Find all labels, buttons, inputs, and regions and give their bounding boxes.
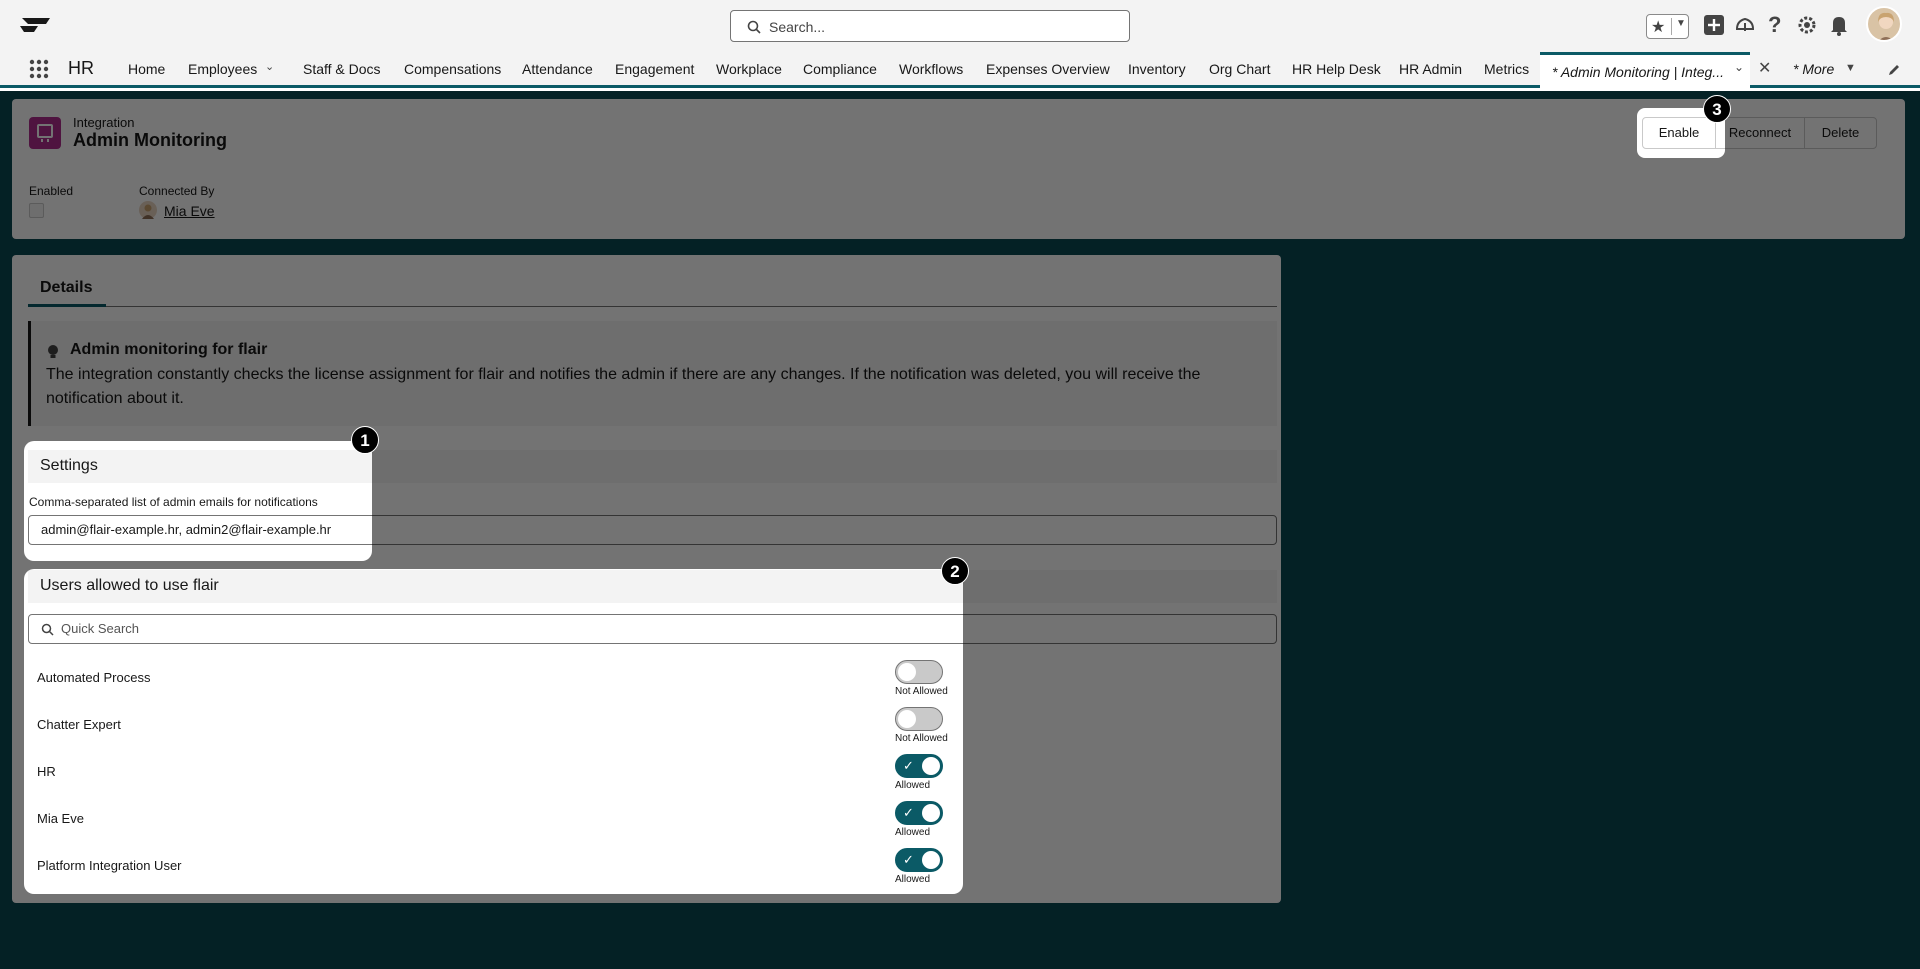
enable-button[interactable]: Enable [1642,117,1716,149]
settings-heading: Settings [40,457,98,474]
callout-badge: 1 [351,426,379,454]
toggle-knob [898,710,916,728]
nav-item-hr-help-desk[interactable]: HR Help Desk [1292,61,1381,77]
more-chevron-down-icon[interactable]: ▼ [1845,62,1856,74]
user-status-label: Allowed [895,874,931,885]
app-launcher-icon[interactable] [29,59,49,79]
active-tab-label: * Admin Monitoring | Integ... [1552,64,1724,80]
user-name: HR [37,764,56,779]
integration-record-icon [29,117,61,149]
user-status-label: Not Allowed [895,686,948,697]
user-status-label: Not Allowed [895,733,948,744]
quick-search-input[interactable]: Quick Search [28,614,1277,644]
tab-active-indicator [28,304,106,307]
checkmark-icon: ✓ [903,805,914,820]
tab-close-icon[interactable]: ✕ [1758,58,1771,78]
toggle-knob [922,804,940,822]
enabled-field-label: Enabled [29,184,74,198]
toggle-knob [898,663,916,681]
help-icon[interactable]: ? [1768,12,1781,38]
nav-item-compliance[interactable]: Compliance [803,61,877,77]
admin-emails-input[interactable]: admin@flair-example.hr, admin2@flair-exa… [28,515,1277,545]
user-status-label: Allowed [895,827,931,838]
nav-item-hr-admin[interactable]: HR Admin [1399,61,1462,77]
user-allowed-toggle[interactable] [895,707,943,731]
nav-item-workflows[interactable]: Workflows [899,61,963,77]
settings-section-header[interactable]: Settings [28,450,1277,483]
delete-button[interactable]: Delete [1804,117,1877,149]
global-header: Search... ★ ▼ ? [0,0,1920,52]
toggle-knob [922,757,940,775]
global-search-input[interactable]: Search... [730,10,1130,42]
trailhead-icon[interactable] [1734,14,1756,36]
app-name: HR [68,58,94,78]
nav-item-attendance[interactable]: Attendance [522,61,593,77]
enabled-checkbox [29,203,44,218]
reconnect-button[interactable]: Reconnect [1715,117,1805,149]
edit-nav-pencil-icon[interactable] [1887,63,1901,77]
info-text: The integration constantly checks the li… [46,366,1201,407]
user-allowed-toggle[interactable] [895,660,943,684]
connected-by-label: Connected By [139,184,215,198]
setup-gear-icon[interactable] [1796,14,1818,36]
checkmark-icon: ✓ [903,758,914,773]
nav-item-org-chart[interactable]: Org Chart [1209,61,1270,77]
nav-item-home[interactable]: Home [128,61,165,77]
tab-admin-monitoring[interactable]: * Admin Monitoring | Integ... [1540,52,1750,88]
nav-item-metrics[interactable]: Metrics [1484,61,1529,77]
user-allowed-toggle[interactable]: ✓ [895,801,943,825]
notification-bell-icon[interactable] [1829,14,1849,36]
user-name: Platform Integration User [37,858,182,873]
search-icon [747,20,761,34]
nav-item-engagement[interactable]: Engagement [615,61,694,77]
user-name: Automated Process [37,670,151,685]
employees-chevron-down-icon[interactable]: ⌄ [265,60,274,73]
admin-emails-value: admin@flair-example.hr, admin2@flair-exa… [41,522,332,537]
record-title: Admin Monitoring [73,130,227,150]
global-add-icon[interactable] [1703,14,1725,36]
lightbulb-icon [48,345,58,358]
checkmark-icon: ✓ [903,852,914,867]
tab-details[interactable]: Details [40,279,92,297]
users-heading: Users allowed to use flair [40,577,219,594]
tab-divider [28,306,1277,307]
quick-search-placeholder: Quick Search [61,621,140,636]
nav-item-compensations[interactable]: Compensations [404,61,501,77]
record-object-label: Integration [73,115,135,130]
user-avatar[interactable] [1866,6,1902,42]
connected-by-user-link[interactable]: Mia Eve [164,203,215,219]
search-icon [41,623,54,636]
record-header: Integration Admin Monitoring Enable Reco… [12,99,1905,239]
callout-badge: 2 [941,557,969,585]
nav-more[interactable]: * More [1793,61,1834,77]
nav-item-employees[interactable]: Employees [188,61,257,77]
user-name: Mia Eve [37,811,84,826]
app-logo-icon[interactable] [18,14,54,36]
admin-emails-label: Comma-separated list of admin emails for… [29,495,318,509]
favorites-chevron-icon[interactable]: ▼ [1671,18,1686,35]
info-box: Admin monitoring for flair The integrati… [28,321,1277,426]
details-card: Details Admin monitoring for flair The i… [12,255,1281,903]
toggle-knob [922,851,940,869]
nav-item-inventory[interactable]: Inventory [1128,61,1186,77]
info-title: Admin monitoring for flair [70,341,268,358]
user-allowed-toggle[interactable]: ✓ [895,848,943,872]
callout-badge: 3 [1703,95,1731,123]
user-avatar-small-icon [139,201,157,219]
favorites-star-icon: ★ [1651,19,1666,36]
user-name: Chatter Expert [37,717,121,732]
user-status-label: Allowed [895,780,931,791]
nav-item-expenses-overview[interactable]: Expenses Overview [986,61,1110,77]
tab-chevron-down-icon[interactable]: ⌄ [1734,60,1744,74]
user-allowed-toggle[interactable]: ✓ [895,754,943,778]
search-placeholder: Search... [769,19,826,35]
favorites-button[interactable]: ★ ▼ [1646,14,1689,39]
nav-item-staff-docs[interactable]: Staff & Docs [303,61,381,77]
nav-item-workplace[interactable]: Workplace [716,61,782,77]
users-section-header[interactable]: Users allowed to use flair [28,570,1277,603]
